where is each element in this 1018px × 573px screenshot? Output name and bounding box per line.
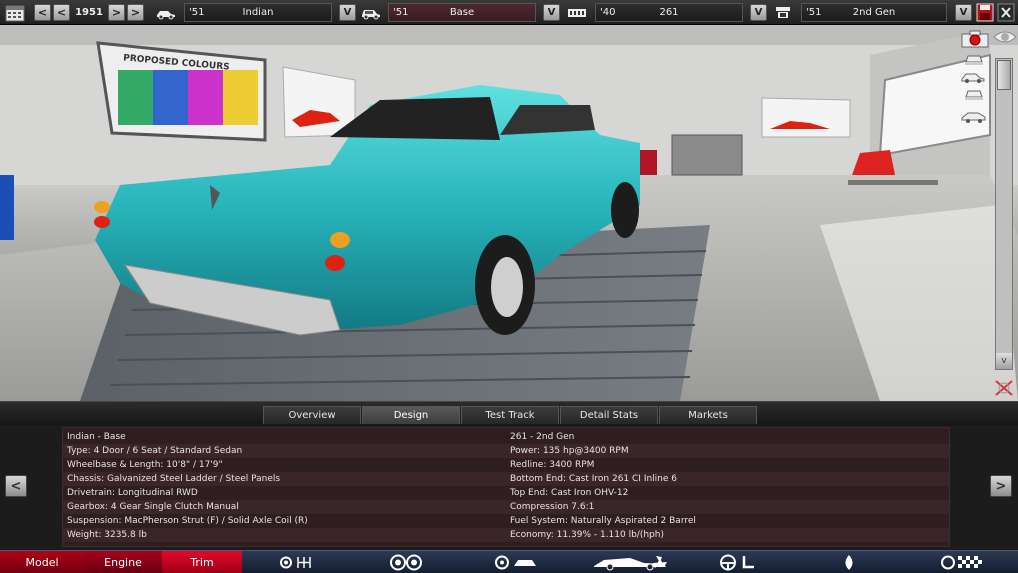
fan-icon[interactable]: [650, 554, 670, 571]
car-summary: Indian - Base: [67, 432, 126, 442]
design-summary-table: Indian - Base 261 - 2nd Gen Type: 4 Door…: [62, 427, 950, 547]
car-trim-icon: [362, 10, 380, 20]
car-side-view-icon[interactable]: [960, 70, 986, 84]
nav-trim[interactable]: Trim: [162, 551, 242, 573]
car-angle-view-icon[interactable]: [960, 108, 988, 124]
engine-name: 261: [659, 7, 679, 18]
engine-variant-dropdown-button[interactable]: V: [955, 4, 972, 21]
car-3d-viewport[interactable]: PROPOSED COLOURS: [0, 25, 1018, 401]
tab-design[interactable]: Design: [362, 406, 460, 424]
trim-select[interactable]: '51 Base: [388, 3, 536, 22]
top-end: Top End: Cast Iron OHV-12: [510, 488, 629, 498]
engine-variant-icon: [776, 7, 790, 18]
engine-variant-name: 2nd Gen: [852, 7, 896, 18]
close-icon[interactable]: [997, 3, 1015, 22]
suspension: Suspension: MacPherson Strut (F) / Solid…: [67, 516, 308, 526]
table-row: Indian - Base 261 - 2nd Gen: [63, 430, 949, 444]
info-next-button[interactable]: >: [990, 475, 1012, 497]
save-icon[interactable]: [976, 3, 994, 22]
camera-icon[interactable]: [961, 30, 989, 48]
trim-dropdown-button[interactable]: V: [543, 4, 560, 21]
table-row: Gearbox: 4 Gear Single Clutch Manual Com…: [63, 500, 949, 514]
redline: Redline: 3400 RPM: [510, 460, 595, 470]
car-front-view-icon[interactable]: [963, 52, 985, 66]
year-prev-fast-button[interactable]: <: [34, 4, 51, 21]
scroll-down-button[interactable]: v: [996, 353, 1012, 369]
table-row: Wheelbase & Length: 10'8" / 17'9" Redlin…: [63, 458, 949, 472]
engine-dropdown-button[interactable]: V: [750, 4, 767, 21]
info-prev-button[interactable]: <: [5, 475, 27, 497]
bottom-navigation: Model Engine Trim: [0, 550, 1018, 573]
table-row: Drivetrain: Longitudinal RWD Top End: Ca…: [63, 486, 949, 500]
engine-power: Power: 135 hp@3400 RPM: [510, 446, 629, 456]
year-next-fast-button[interactable]: >: [127, 4, 144, 21]
info-panel: < > Indian - Base 261 - 2nd Gen Type: 4 …: [0, 425, 1018, 549]
trim-name: Base: [449, 7, 475, 18]
engine-variant-select[interactable]: '51 2nd Gen: [801, 3, 947, 22]
tab-detail-stats[interactable]: Detail Stats: [560, 406, 658, 424]
engine-select[interactable]: '40 261: [595, 3, 743, 22]
table-row: Suspension: MacPherson Strut (F) / Solid…: [63, 514, 949, 528]
bottom-end: Bottom End: Cast Iron 261 CI Inline 6: [510, 474, 678, 484]
model-name: Indian: [242, 7, 274, 18]
tab-overview[interactable]: Overview: [263, 406, 361, 424]
top-toolbar: < < 1951 > > '51 Indian V '51 Base V '40…: [0, 0, 1018, 25]
table-row: Type: 4 Door / 6 Seat / Standard Sedan P…: [63, 444, 949, 458]
year-display: 1951: [75, 7, 103, 18]
fuel-system: Fuel System: Naturally Aspirated 2 Barre…: [510, 516, 696, 526]
weight: Weight: 3235.8 lb: [67, 530, 147, 540]
year-prev-button[interactable]: <: [53, 4, 70, 21]
engine-icon: [568, 9, 586, 17]
drivetrain-gearbox-icon[interactable]: [278, 554, 314, 571]
nav-engine[interactable]: Engine: [84, 551, 162, 573]
test-drive-icon[interactable]: [940, 554, 984, 571]
model-select[interactable]: '51 Indian: [184, 3, 332, 22]
chassis: Chassis: Galvanized Steel Ladder / Steel…: [67, 474, 281, 484]
body-type: Type: 4 Door / 6 Seat / Standard Sedan: [67, 446, 243, 456]
disabled-tool-icon[interactable]: [993, 378, 1015, 398]
engine-summary: 261 - 2nd Gen: [510, 432, 575, 442]
drivetrain: Drivetrain: Longitudinal RWD: [67, 488, 198, 498]
car-rear-view-icon[interactable]: [963, 88, 985, 102]
economy: Economy: 11.39% - 1.110 lb/(hph): [510, 530, 664, 540]
wheels-icon[interactable]: [388, 554, 424, 571]
table-row: Weight: 3235.8 lb Economy: 11.39% - 1.11…: [63, 528, 949, 542]
scrollbar-thumb[interactable]: [997, 60, 1011, 90]
view-scrollbar[interactable]: v: [995, 58, 1013, 370]
year-next-button[interactable]: >: [108, 4, 125, 21]
fuel-icon[interactable]: [840, 554, 858, 571]
calendar-icon[interactable]: [5, 4, 25, 22]
info-tab-bar: Overview Design Test Track Detail Stats …: [0, 401, 1018, 425]
wheelbase-length: Wheelbase & Length: 10'8" / 17'9": [67, 460, 223, 470]
garage-scene: [0, 25, 1018, 401]
car-model-icon: [157, 11, 175, 20]
tab-markets[interactable]: Markets: [659, 406, 757, 424]
nav-model[interactable]: Model: [0, 551, 84, 573]
compression: Compression 7.6:1: [510, 502, 595, 512]
table-row: Chassis: Galvanized Steel Ladder / Steel…: [63, 472, 949, 486]
model-dropdown-button[interactable]: V: [339, 4, 356, 21]
eye-icon[interactable]: [993, 29, 1017, 45]
interior-icon[interactable]: [718, 554, 760, 571]
tab-test-track[interactable]: Test Track: [461, 406, 559, 424]
suspension-icon[interactable]: [494, 554, 540, 571]
gearbox: Gearbox: 4 Gear Single Clutch Manual: [67, 502, 239, 512]
